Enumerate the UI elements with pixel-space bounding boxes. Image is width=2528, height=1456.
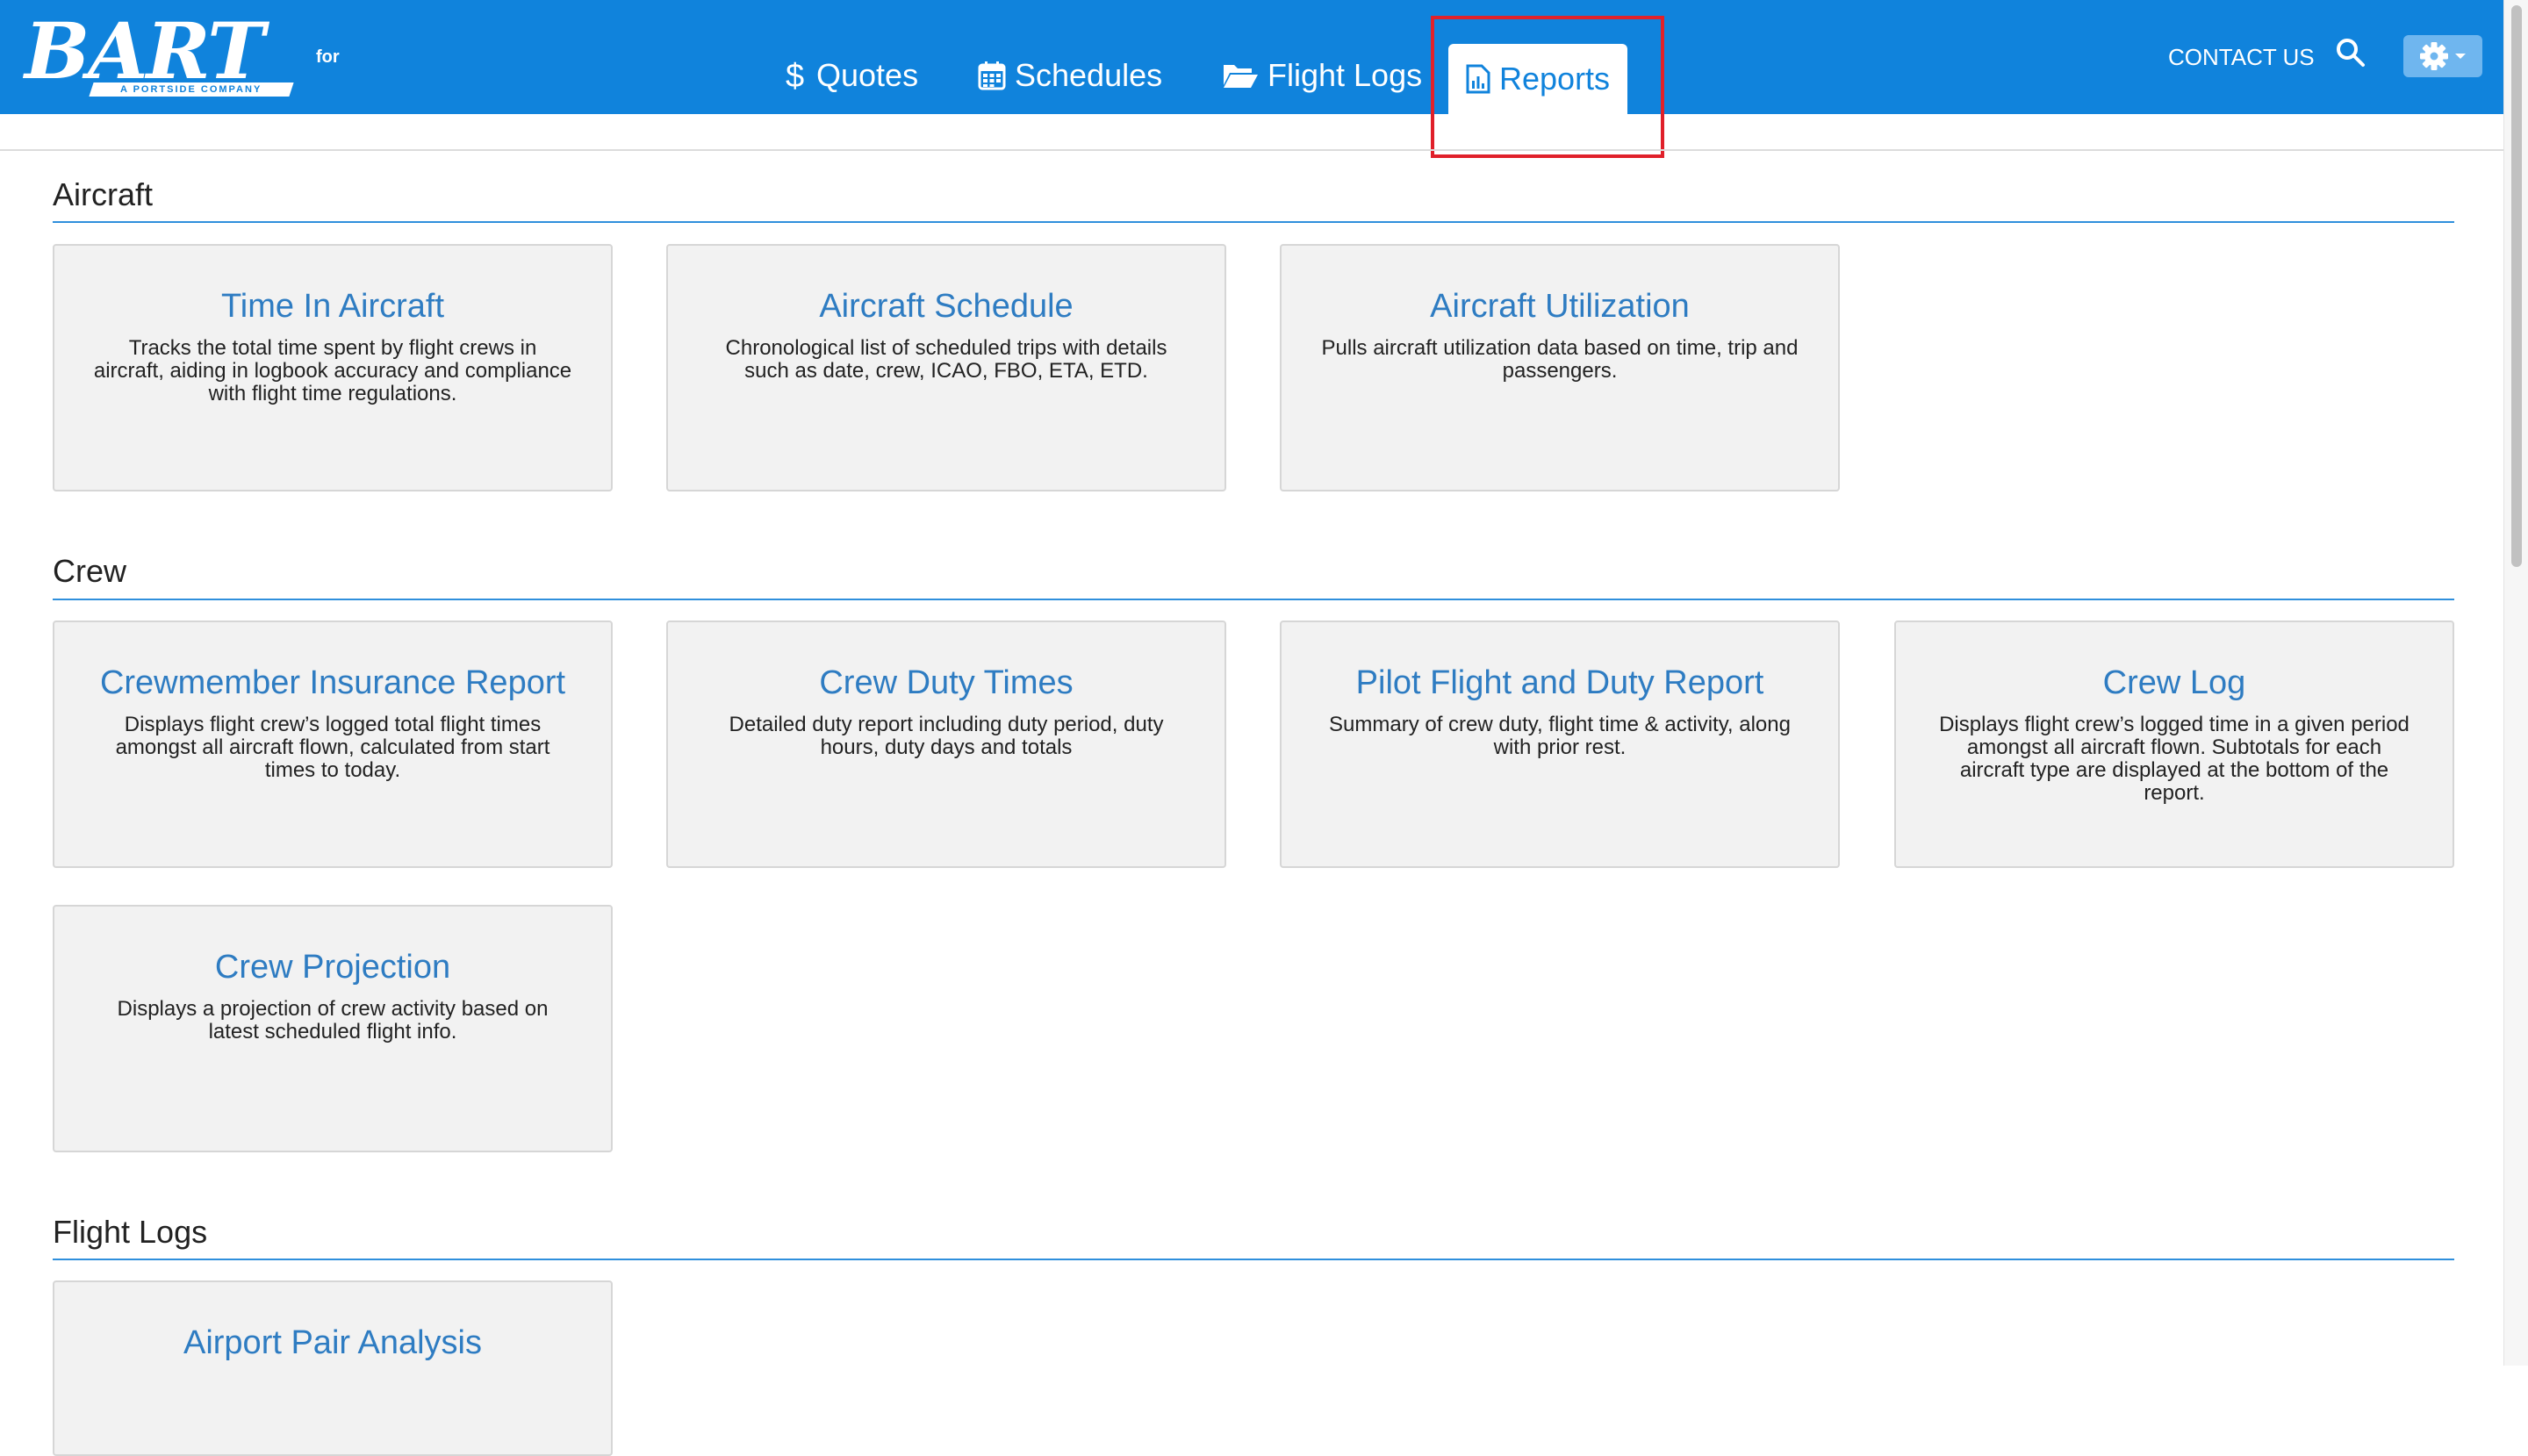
tab-flight-logs[interactable]: Flight Logs [1222,37,1422,114]
folder-open-icon [1224,65,1258,88]
card-title: Pilot Flight and Duty Report [1355,664,1764,701]
reports-tab-highlight [1431,16,1664,158]
card-description: Displays flight crew’s logged time in a … [1939,713,2410,805]
scrollbar-thumb[interactable] [2511,5,2522,567]
settings-dropdown-button[interactable] [2403,35,2482,77]
card-title: Aircraft Schedule [819,288,1074,325]
card-title: Crew Log [2102,664,2246,701]
svg-text:$: $ [786,58,804,93]
brand-for-label: for [316,47,340,67]
brand-name: BART [25,5,265,97]
card-title: Crew Duty Times [819,664,1074,701]
card-title: Time In Aircraft [220,288,445,325]
report-card-crew-projection[interactable]: Crew Projection Displays a projection of… [53,905,613,1152]
report-card-pilot-flight-and-duty[interactable]: Pilot Flight and Duty Report Summary of … [1280,620,1840,868]
calendar-icon [978,61,1006,90]
dollar-icon: $ [786,58,804,93]
search-button[interactable] [2335,37,2370,72]
page-scrollbar[interactable] [2503,0,2528,1366]
tab-quotes[interactable]: $ Quotes [785,37,918,114]
report-card-crewmember-insurance[interactable]: Crewmember Insurance Report Displays fli… [53,620,613,868]
report-card-crew-log[interactable]: Crew Log Displays flight crew’s logged t… [1894,620,2454,868]
tab-schedules-label: Schedules [1015,57,1163,93]
tab-flight-logs-label: Flight Logs [1268,57,1423,93]
card-description: Chronological list of scheduled trips wi… [725,336,1167,383]
caret-down-icon [2455,54,2466,59]
report-card-time-in-aircraft[interactable]: Time In Aircraft Tracks the total time s… [53,244,613,491]
card-description: Summary of crew duty, flight time & acti… [1329,713,1791,759]
gear-icon [2420,42,2448,70]
card-description: Displays a projection of crew activity b… [117,997,549,1044]
card-title: Airport Pair Analysis [183,1324,482,1361]
tab-schedules[interactable]: Schedules [978,37,1162,114]
section-title-flight-logs: Flight Logs [53,1214,208,1250]
section-divider [53,221,2454,223]
report-card-aircraft-schedule[interactable]: Aircraft Schedule Chronological list of … [666,244,1226,491]
section-title-aircraft: Aircraft [53,176,154,212]
report-card-airport-pair-analysis[interactable]: Airport Pair Analysis [53,1280,613,1456]
top-navbar: BART A PORTSIDE COMPANY for $ Quotes Sch… [0,0,2528,114]
card-description: Tracks the total time spent by flight cr… [93,336,572,405]
section-title-crew: Crew [53,553,127,589]
card-description: Pulls aircraft utilization data based on… [1321,336,1799,383]
section-divider [53,1259,2454,1260]
navbar-divider [0,149,2503,151]
contact-us-link[interactable]: CONTACT US [2168,42,2315,72]
report-card-aircraft-utilization[interactable]: Aircraft Utilization Pulls aircraft util… [1280,244,1840,491]
brand-logo[interactable]: BART A PORTSIDE COMPANY [25,5,294,100]
card-description: Detailed duty report including duty peri… [729,713,1164,759]
tab-quotes-label: Quotes [816,57,919,93]
report-card-crew-duty-times[interactable]: Crew Duty Times Detailed duty report inc… [666,620,1226,868]
card-title: Aircraft Utilization [1430,288,1690,325]
card-title: Crewmember Insurance Report [99,664,566,701]
card-description: Displays flight crew’s logged total flig… [115,713,550,782]
section-divider [53,599,2454,600]
search-icon [2337,39,2365,67]
brand-tagline: A PORTSIDE COMPANY [89,82,294,97]
card-title: Crew Projection [214,949,451,986]
